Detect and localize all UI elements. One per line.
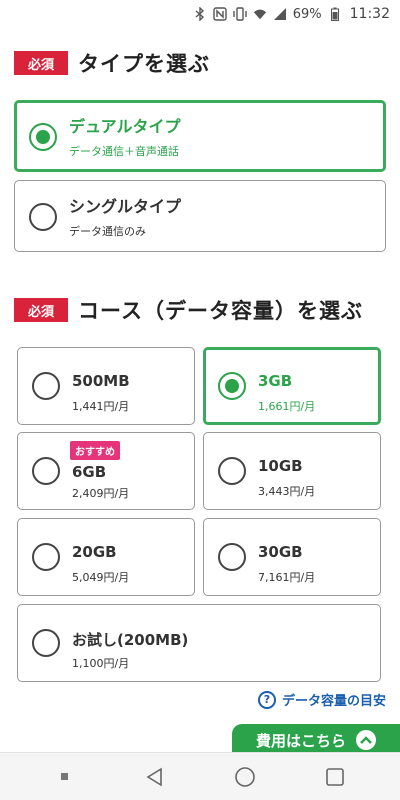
course-section-header: 必須 コース（データ容量）を選ぶ [14,295,363,325]
required-badge: 必須 [14,298,68,322]
course-name: 10GB [258,457,303,475]
home-icon[interactable] [225,757,265,797]
menu-dot-icon[interactable] [45,757,85,797]
course-price: 1,100円/月 [72,657,130,670]
type-option-single[interactable]: シングルタイプ データ通信のみ [14,180,386,252]
wifi-icon [253,7,267,21]
radio-button[interactable] [32,543,60,571]
radio-button-selected[interactable] [29,123,57,151]
required-badge: 必須 [14,51,68,75]
question-icon: ? [257,690,276,709]
course-option-6gb[interactable]: おすすめ 6GB 2,409円/月 [17,432,195,510]
vibrate-icon [233,7,247,21]
recents-icon[interactable] [315,757,355,797]
course-name: 20GB [72,543,117,561]
course-option-3gb[interactable]: 3GB 1,661円/月 [203,347,381,425]
type-option-subtitle: データ通信＋音声通話 [69,145,179,158]
course-name: お試し(200MB) [72,631,189,649]
radio-button[interactable] [218,457,246,485]
radio-button[interactable] [32,457,60,485]
signal-icon [273,7,287,21]
status-bar: 69% 11:32 [0,0,400,28]
radio-button-selected[interactable] [218,372,246,400]
course-price: 2,409円/月 [72,487,130,500]
course-option-20gb[interactable]: 20GB 5,049円/月 [17,518,195,596]
clock: 11:32 [349,6,390,22]
type-section-title: タイプを選ぶ [78,52,210,76]
radio-button[interactable] [29,203,57,231]
course-option-trial[interactable]: お試し(200MB) 1,100円/月 [17,604,381,682]
course-option-10gb[interactable]: 10GB 3,443円/月 [203,432,381,510]
radio-button[interactable] [218,543,246,571]
type-option-title: シングルタイプ [69,197,182,216]
nfc-icon [213,7,227,21]
type-option-dual[interactable]: デュアルタイプ データ通信＋音声通話 [14,100,386,172]
course-price: 1,661円/月 [258,400,316,413]
course-section-title: コース（データ容量）を選ぶ [78,299,363,323]
course-price: 3,443円/月 [258,485,316,498]
course-name: 3GB [258,372,293,390]
guide-link-label: データ容量の目安 [281,694,386,709]
course-name: 6GB [72,463,107,481]
system-nav-bar [0,752,400,800]
cost-button-label: 費用はこちら [255,731,346,750]
type-option-subtitle: データ通信のみ [69,225,146,238]
course-name: 30GB [258,543,303,561]
course-option-30gb[interactable]: 30GB 7,161円/月 [203,518,381,596]
chevron-up-icon [356,730,376,750]
battery-icon [328,7,342,21]
type-section-header: 必須 タイプを選ぶ [14,48,210,78]
course-price: 7,161円/月 [258,571,316,584]
battery-percent: 69% [292,6,322,22]
data-capacity-guide-link[interactable]: ? データ容量の目安 [257,690,386,709]
radio-button[interactable] [32,372,60,400]
type-option-title: デュアルタイプ [69,117,181,136]
course-name: 500MB [72,372,130,390]
course-price: 1,441円/月 [72,400,130,413]
back-icon[interactable] [135,757,175,797]
course-option-500mb[interactable]: 500MB 1,441円/月 [17,347,195,425]
course-price: 5,049円/月 [72,571,130,584]
recommended-tag: おすすめ [70,441,120,460]
bluetooth-icon [193,7,207,21]
radio-button[interactable] [32,629,60,657]
